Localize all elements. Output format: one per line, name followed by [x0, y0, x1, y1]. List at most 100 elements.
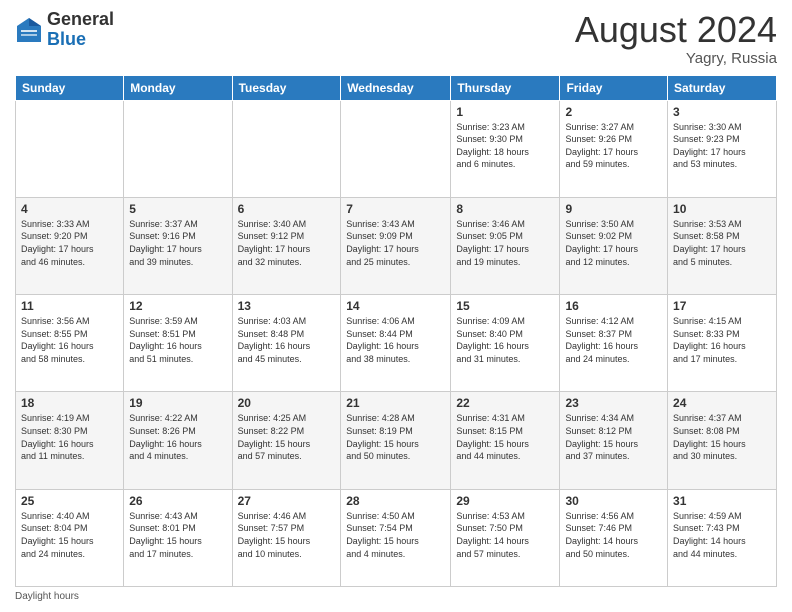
- col-thursday: Thursday: [451, 75, 560, 100]
- day-number: 2: [565, 105, 662, 119]
- day-cell: 29 Sunrise: 4:53 AM Sunset: 7:50 PM Dayli…: [451, 489, 560, 586]
- day-cell: 28 Sunrise: 4:50 AM Sunset: 7:54 PM Dayli…: [341, 489, 451, 586]
- day-number: 25: [21, 494, 118, 508]
- week-row-2: 4 Sunrise: 3:33 AM Sunset: 9:20 PM Daylig…: [16, 197, 777, 294]
- day-number: 19: [129, 396, 226, 410]
- day-info: Sunrise: 4:50 AM Sunset: 7:54 PM Dayligh…: [346, 510, 445, 560]
- day-cell: [232, 100, 341, 197]
- day-cell: 26 Sunrise: 4:43 AM Sunset: 8:01 PM Dayli…: [124, 489, 232, 586]
- day-number: 1: [456, 105, 554, 119]
- day-cell: 25Sunrise: 4:40 AM Sunset: 8:04 PM Dayli…: [16, 489, 124, 586]
- day-number: 28: [346, 494, 445, 508]
- day-number: 4: [21, 202, 118, 216]
- day-number: 21: [346, 396, 445, 410]
- day-number: 30: [565, 494, 662, 508]
- day-cell: 8Sunrise: 3:46 AM Sunset: 9:05 PM Daylig…: [451, 197, 560, 294]
- day-cell: 4 Sunrise: 3:33 AM Sunset: 9:20 PM Daylig…: [16, 197, 124, 294]
- day-cell: [16, 100, 124, 197]
- header: General Blue August 2024 Yagry, Russia: [15, 10, 777, 67]
- day-number: 23: [565, 396, 662, 410]
- page: General Blue August 2024 Yagry, Russia S…: [0, 0, 792, 612]
- col-tuesday: Tuesday: [232, 75, 341, 100]
- day-cell: [341, 100, 451, 197]
- day-number: 10: [673, 202, 771, 216]
- day-cell: 31 Sunrise: 4:59 AM Sunset: 7:43 PM Dayli…: [668, 489, 777, 586]
- day-info: Sunrise: 3:27 AM Sunset: 9:26 PM Dayligh…: [565, 121, 662, 171]
- day-info: Sunrise: 3:40 AM Sunset: 9:12 PM Dayligh…: [238, 218, 336, 268]
- day-number: 11: [21, 299, 118, 313]
- day-cell: 11Sunrise: 3:56 AM Sunset: 8:55 PM Dayli…: [16, 295, 124, 392]
- day-cell: 21Sunrise: 4:28 AM Sunset: 8:19 PM Dayli…: [341, 392, 451, 489]
- logo-blue-text: Blue: [47, 29, 86, 49]
- col-monday: Monday: [124, 75, 232, 100]
- day-number: 18: [21, 396, 118, 410]
- day-cell: 13Sunrise: 4:03 AM Sunset: 8:48 PM Dayli…: [232, 295, 341, 392]
- day-info: Sunrise: 3:59 AM Sunset: 8:51 PM Dayligh…: [129, 315, 226, 365]
- day-info: Sunrise: 4:12 AM Sunset: 8:37 PM Dayligh…: [565, 315, 662, 365]
- day-number: 7: [346, 202, 445, 216]
- day-cell: 12Sunrise: 3:59 AM Sunset: 8:51 PM Dayli…: [124, 295, 232, 392]
- calendar-table: Sunday Monday Tuesday Wednesday Thursday…: [15, 75, 777, 587]
- day-info: Sunrise: 4:19 AM Sunset: 8:30 PM Dayligh…: [21, 412, 118, 462]
- day-info: Sunrise: 4:09 AM Sunset: 8:40 PM Dayligh…: [456, 315, 554, 365]
- daylight-hours-label: Daylight hours: [15, 591, 79, 602]
- logo: General Blue: [15, 10, 114, 50]
- day-info: Sunrise: 3:33 AM Sunset: 9:20 PM Dayligh…: [21, 218, 118, 268]
- day-cell: 22 Sunrise: 4:31 AM Sunset: 8:15 PM Dayli…: [451, 392, 560, 489]
- day-info: Sunrise: 4:34 AM Sunset: 8:12 PM Dayligh…: [565, 412, 662, 462]
- day-number: 16: [565, 299, 662, 313]
- col-friday: Friday: [560, 75, 668, 100]
- col-sunday: Sunday: [16, 75, 124, 100]
- day-info: Sunrise: 4:53 AM Sunset: 7:50 PM Dayligh…: [456, 510, 554, 560]
- day-number: 14: [346, 299, 445, 313]
- day-cell: 1 Sunrise: 3:23 AM Sunset: 9:30 PM Daylig…: [451, 100, 560, 197]
- day-info: Sunrise: 3:53 AM Sunset: 8:58 PM Dayligh…: [673, 218, 771, 268]
- day-cell: 14 Sunrise: 4:06 AM Sunset: 8:44 PM Dayli…: [341, 295, 451, 392]
- day-number: 31: [673, 494, 771, 508]
- col-saturday: Saturday: [668, 75, 777, 100]
- day-info: Sunrise: 3:50 AM Sunset: 9:02 PM Dayligh…: [565, 218, 662, 268]
- day-cell: 15 Sunrise: 4:09 AM Sunset: 8:40 PM Dayli…: [451, 295, 560, 392]
- day-info: Sunrise: 3:37 AM Sunset: 9:16 PM Dayligh…: [129, 218, 226, 268]
- logo-text: General Blue: [47, 10, 114, 50]
- day-cell: 30 Sunrise: 4:56 AM Sunset: 7:46 PM Dayli…: [560, 489, 668, 586]
- day-info: Sunrise: 4:31 AM Sunset: 8:15 PM Dayligh…: [456, 412, 554, 462]
- title-block: August 2024 Yagry, Russia: [575, 10, 777, 67]
- day-info: Sunrise: 3:43 AM Sunset: 9:09 PM Dayligh…: [346, 218, 445, 268]
- day-info: Sunrise: 4:22 AM Sunset: 8:26 PM Dayligh…: [129, 412, 226, 462]
- col-wednesday: Wednesday: [341, 75, 451, 100]
- day-info: Sunrise: 4:03 AM Sunset: 8:48 PM Dayligh…: [238, 315, 336, 365]
- day-cell: 10 Sunrise: 3:53 AM Sunset: 8:58 PM Dayli…: [668, 197, 777, 294]
- day-number: 9: [565, 202, 662, 216]
- day-number: 27: [238, 494, 336, 508]
- week-row-3: 11Sunrise: 3:56 AM Sunset: 8:55 PM Dayli…: [16, 295, 777, 392]
- week-row-1: 1 Sunrise: 3:23 AM Sunset: 9:30 PM Daylig…: [16, 100, 777, 197]
- day-info: Sunrise: 4:46 AM Sunset: 7:57 PM Dayligh…: [238, 510, 336, 560]
- day-info: Sunrise: 3:23 AM Sunset: 9:30 PM Dayligh…: [456, 121, 554, 171]
- day-number: 20: [238, 396, 336, 410]
- day-number: 15: [456, 299, 554, 313]
- day-cell: 24Sunrise: 4:37 AM Sunset: 8:08 PM Dayli…: [668, 392, 777, 489]
- day-cell: 5Sunrise: 3:37 AM Sunset: 9:16 PM Daylig…: [124, 197, 232, 294]
- day-info: Sunrise: 3:30 AM Sunset: 9:23 PM Dayligh…: [673, 121, 771, 171]
- location-title: Yagry, Russia: [575, 50, 777, 67]
- day-cell: 19 Sunrise: 4:22 AM Sunset: 8:26 PM Dayli…: [124, 392, 232, 489]
- day-number: 22: [456, 396, 554, 410]
- day-number: 26: [129, 494, 226, 508]
- day-number: 3: [673, 105, 771, 119]
- day-number: 29: [456, 494, 554, 508]
- day-info: Sunrise: 4:56 AM Sunset: 7:46 PM Dayligh…: [565, 510, 662, 560]
- day-info: Sunrise: 4:59 AM Sunset: 7:43 PM Dayligh…: [673, 510, 771, 560]
- day-number: 17: [673, 299, 771, 313]
- day-number: 24: [673, 396, 771, 410]
- day-cell: 7 Sunrise: 3:43 AM Sunset: 9:09 PM Daylig…: [341, 197, 451, 294]
- day-cell: 23 Sunrise: 4:34 AM Sunset: 8:12 PM Dayli…: [560, 392, 668, 489]
- day-info: Sunrise: 4:06 AM Sunset: 8:44 PM Dayligh…: [346, 315, 445, 365]
- day-cell: 3 Sunrise: 3:30 AM Sunset: 9:23 PM Daylig…: [668, 100, 777, 197]
- month-title: August 2024: [575, 10, 777, 50]
- footer-note: Daylight hours: [15, 591, 777, 602]
- day-cell: 18 Sunrise: 4:19 AM Sunset: 8:30 PM Dayli…: [16, 392, 124, 489]
- logo-general-text: General: [47, 9, 114, 29]
- day-info: Sunrise: 4:43 AM Sunset: 8:01 PM Dayligh…: [129, 510, 226, 560]
- day-cell: 2 Sunrise: 3:27 AM Sunset: 9:26 PM Daylig…: [560, 100, 668, 197]
